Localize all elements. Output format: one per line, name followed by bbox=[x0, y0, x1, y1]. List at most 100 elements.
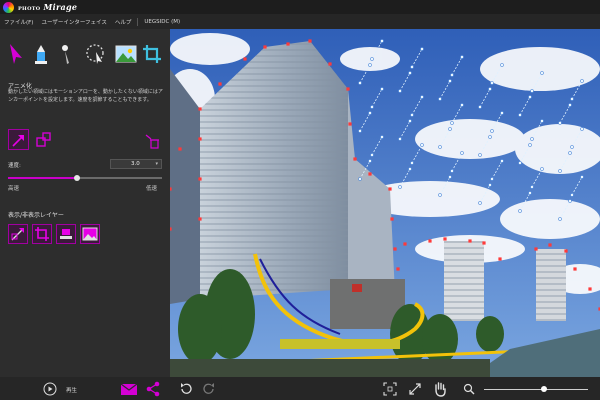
anchor-point[interactable] bbox=[286, 42, 290, 46]
motion-arrow-head[interactable] bbox=[540, 167, 544, 171]
anchor-point[interactable] bbox=[468, 239, 472, 243]
pan-button[interactable] bbox=[432, 381, 448, 397]
anchor-point[interactable] bbox=[403, 242, 407, 246]
motion-arrow-start[interactable] bbox=[490, 177, 494, 181]
motion-arrow-head[interactable] bbox=[380, 87, 384, 91]
motion-arrow-button[interactable] bbox=[8, 129, 29, 150]
zoom-slider-thumb[interactable] bbox=[541, 386, 548, 392]
motion-arrow-start[interactable] bbox=[558, 121, 562, 125]
motion-arrow-start[interactable] bbox=[570, 97, 574, 101]
anchor-point[interactable] bbox=[170, 227, 172, 231]
motion-arrow-head[interactable] bbox=[420, 47, 424, 51]
motion-arrow-head[interactable] bbox=[448, 79, 452, 83]
anchor-point[interactable] bbox=[198, 217, 202, 221]
motion-arrow-start[interactable] bbox=[370, 57, 374, 61]
anchor-point[interactable] bbox=[198, 107, 202, 111]
motion-arrow-start[interactable] bbox=[438, 193, 442, 197]
motion-arrow-head[interactable] bbox=[448, 127, 452, 131]
motion-arrow-start[interactable] bbox=[438, 145, 442, 149]
anchor-point[interactable] bbox=[390, 217, 394, 221]
motion-arrow-start[interactable] bbox=[398, 185, 402, 189]
anchor-point[interactable] bbox=[353, 157, 357, 161]
motion-arrow-start[interactable] bbox=[410, 113, 414, 117]
motion-arrow-start[interactable] bbox=[518, 113, 522, 117]
motion-arrow-start[interactable] bbox=[570, 145, 574, 149]
anchor-point[interactable] bbox=[588, 287, 592, 291]
motion-arrow-head[interactable] bbox=[408, 71, 412, 75]
layer-toggle-image[interactable] bbox=[80, 224, 100, 244]
anchor-point[interactable] bbox=[388, 187, 392, 191]
motion-arrow-head[interactable] bbox=[528, 191, 532, 195]
anchor-point[interactable] bbox=[328, 62, 332, 66]
motion-arrow-start[interactable] bbox=[478, 201, 482, 205]
anchor-point[interactable] bbox=[498, 257, 502, 261]
motion-arrow-head[interactable] bbox=[528, 143, 532, 147]
motion-arrow-head[interactable] bbox=[420, 143, 424, 147]
anchor-point[interactable] bbox=[263, 45, 267, 49]
zoom-button[interactable] bbox=[463, 381, 475, 396]
motion-arrow-start[interactable] bbox=[518, 161, 522, 165]
layer-toggle-crop[interactable] bbox=[32, 224, 52, 244]
redo-button[interactable] bbox=[201, 381, 217, 396]
undo-button[interactable] bbox=[178, 381, 194, 396]
anchor-point[interactable] bbox=[346, 87, 350, 91]
motion-arrow-head[interactable] bbox=[568, 103, 572, 107]
image-tool-button[interactable] bbox=[115, 41, 137, 67]
layer-toggle-stamp[interactable] bbox=[56, 224, 76, 244]
lasso-tool-button[interactable] bbox=[84, 41, 106, 67]
motion-arrow-head[interactable] bbox=[460, 151, 464, 155]
zoom-slider[interactable] bbox=[484, 386, 588, 392]
menu-file[interactable]: ファイル(F) bbox=[0, 18, 37, 26]
motion-arrow-head[interactable] bbox=[500, 111, 504, 115]
anchor-point[interactable] bbox=[443, 237, 447, 241]
anchor-point[interactable] bbox=[198, 137, 202, 141]
speed-input[interactable]: 3.0 ▾ bbox=[110, 159, 162, 169]
motion-arrow-start[interactable] bbox=[478, 105, 482, 109]
motion-arrow-start[interactable] bbox=[558, 217, 562, 221]
motion-arrow-head[interactable] bbox=[448, 175, 452, 179]
anchor-point[interactable] bbox=[396, 267, 400, 271]
motion-arrow-head[interactable] bbox=[408, 167, 412, 171]
motion-arrow-start[interactable] bbox=[570, 193, 574, 197]
motion-arrow-start[interactable] bbox=[490, 81, 494, 85]
mail-button[interactable] bbox=[120, 381, 138, 396]
select-tool-button[interactable] bbox=[56, 41, 78, 67]
share-button[interactable] bbox=[144, 381, 162, 396]
speed-slider-thumb[interactable] bbox=[74, 175, 81, 181]
anchor-point[interactable] bbox=[393, 247, 397, 251]
fit-view-button[interactable] bbox=[382, 381, 398, 396]
motion-arrow-head[interactable] bbox=[460, 103, 464, 107]
anchor-point-button[interactable] bbox=[33, 129, 54, 150]
motion-arrow-start[interactable] bbox=[490, 129, 494, 133]
anchor-point[interactable] bbox=[308, 39, 312, 43]
motion-arrow-start[interactable] bbox=[518, 209, 522, 213]
motion-arrow-start[interactable] bbox=[450, 121, 454, 125]
layer-toggle-arrows[interactable] bbox=[8, 224, 28, 244]
motion-arrow-start[interactable] bbox=[530, 89, 534, 93]
anchor-tool-button[interactable] bbox=[30, 41, 52, 67]
motion-arrow-head[interactable] bbox=[420, 95, 424, 99]
motion-arrow-head[interactable] bbox=[580, 175, 584, 179]
fullscreen-button[interactable] bbox=[407, 381, 423, 396]
menu-account[interactable]: UEGSIDC (M) bbox=[140, 19, 184, 25]
motion-arrow-head[interactable] bbox=[500, 63, 504, 67]
anchor-point[interactable] bbox=[218, 82, 222, 86]
speed-slider[interactable] bbox=[8, 175, 162, 181]
motion-arrow-start[interactable] bbox=[558, 169, 562, 173]
menu-help[interactable]: ヘルプ bbox=[111, 18, 136, 26]
motion-arrow-head[interactable] bbox=[368, 111, 372, 115]
motion-arrow-start[interactable] bbox=[370, 105, 374, 109]
motion-arrow-head[interactable] bbox=[568, 199, 572, 203]
motion-arrow-head[interactable] bbox=[580, 127, 584, 131]
motion-arrow-head[interactable] bbox=[488, 135, 492, 139]
anchor-point[interactable] bbox=[534, 247, 538, 251]
anchor-point[interactable] bbox=[564, 249, 568, 253]
motion-arrow-start[interactable] bbox=[410, 161, 414, 165]
crop-tool-button[interactable] bbox=[141, 41, 163, 67]
motion-arrow-head[interactable] bbox=[460, 55, 464, 59]
play-button[interactable] bbox=[42, 381, 58, 396]
anchor-point[interactable] bbox=[428, 239, 432, 243]
motion-arrow-head[interactable] bbox=[488, 87, 492, 91]
anchor-point[interactable] bbox=[198, 177, 202, 181]
anchor-point[interactable] bbox=[548, 243, 552, 247]
